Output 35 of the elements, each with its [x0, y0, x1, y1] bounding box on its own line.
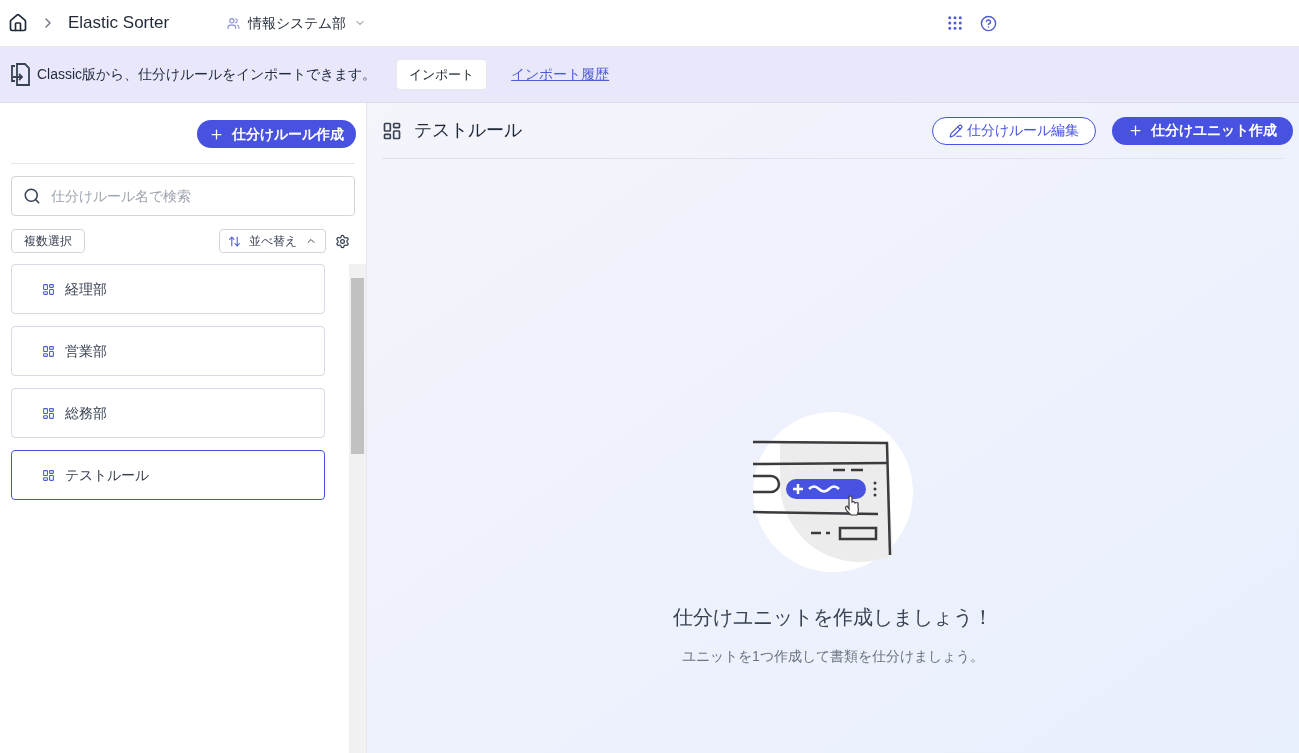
organization-dropdown[interactable]: 情報システム部 [227, 12, 367, 34]
sort-icon [228, 234, 241, 248]
settings-icon[interactable] [335, 233, 350, 249]
grid-icon [42, 344, 55, 358]
rule-list-item[interactable]: テストルール [11, 450, 325, 500]
scrollbar[interactable] [349, 264, 366, 753]
banner-message: Classic版から、仕分けルールをインポートできます。 [37, 65, 377, 84]
create-rule-button[interactable]: 仕分けルール作成 [197, 120, 356, 148]
app-title: Elastic Sorter [68, 12, 170, 35]
pencil-icon [949, 123, 963, 138]
apps-grid-icon[interactable] [946, 14, 965, 32]
plus-icon [209, 126, 224, 142]
plus-icon [1128, 123, 1143, 138]
multi-select-button[interactable]: 複数選択 [11, 229, 85, 253]
grid-icon [42, 282, 55, 296]
import-history-link[interactable]: インポート履歴 [511, 64, 610, 85]
help-icon[interactable] [980, 14, 998, 32]
edit-rule-button[interactable]: 仕分けルール編集 [932, 116, 1096, 145]
empty-state-title: 仕分けユニットを作成しましょう！ [673, 605, 993, 630]
empty-state-text: ユニットを1つ作成して書類を仕分けましょう。 [682, 647, 984, 666]
rule-list-item[interactable]: 営業部 [11, 326, 325, 376]
rule-list-item[interactable]: 総務部 [11, 388, 325, 438]
search-icon [23, 187, 41, 205]
create-unit-button[interactable]: 仕分けユニット作成 [1112, 116, 1293, 145]
people-icon [227, 16, 241, 30]
grid-icon [42, 468, 55, 482]
import-button[interactable]: インポート [396, 59, 488, 90]
home-icon[interactable] [8, 13, 28, 33]
sort-button[interactable]: 並べ替え [219, 229, 326, 253]
rule-icon [382, 120, 402, 141]
import-icon [9, 62, 31, 87]
rule-title: テストルール [414, 119, 522, 142]
search-field[interactable]: 仕分けルール名で検索 [11, 176, 355, 216]
rule-list-item[interactable]: 経理部 [11, 264, 325, 314]
grid-icon [42, 406, 55, 420]
